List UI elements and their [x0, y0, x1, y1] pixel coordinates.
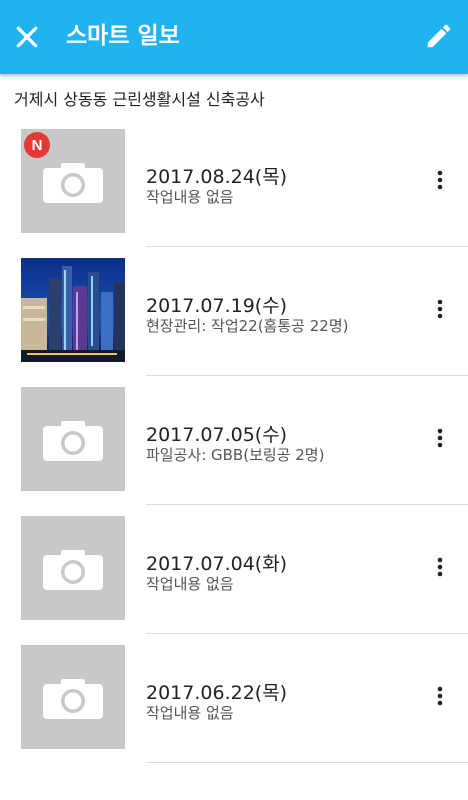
thumbnail-placeholder — [21, 387, 125, 491]
more-vert-icon[interactable] — [430, 168, 450, 192]
list-item[interactable]: 2017.07.04(화) 작업내용 없음 — [0, 505, 468, 634]
list-item[interactable]: 2017.07.05(수) 파일공사: GBB(보링공 2명) — [0, 376, 468, 505]
thumbnail-placeholder — [21, 516, 125, 620]
more-vert-icon[interactable] — [430, 684, 450, 708]
project-name: 거제시 상동동 근린생활시설 신축공사 — [14, 90, 265, 109]
entry-date: 2017.08.24(목) — [146, 166, 288, 188]
list-item[interactable]: 2017.07.19(수) 현장관리: 작업22(홈통공 22명) — [0, 247, 468, 376]
entry-date: 2017.06.22(목) — [146, 682, 288, 704]
thumbnail-photo — [21, 258, 125, 362]
new-badge: N — [24, 132, 50, 158]
entry-description: 작업내용 없음 — [146, 188, 234, 206]
entry-date: 2017.07.19(수) — [146, 295, 288, 317]
entry-description: 현장관리: 작업22(홈통공 22명) — [146, 317, 349, 335]
edit-pencil-icon[interactable] — [424, 21, 454, 51]
entry-description: 작업내용 없음 — [146, 704, 234, 722]
camera-icon — [43, 679, 103, 719]
thumbnail-placeholder — [21, 645, 125, 749]
daily-report-list: N 2017.08.24(목) 작업내용 없음 2017.07.19(수) 현장… — [0, 118, 468, 763]
camera-icon — [43, 163, 103, 203]
close-icon[interactable] — [14, 24, 40, 50]
entry-date: 2017.07.05(수) — [146, 424, 288, 446]
entry-description: 작업내용 없음 — [146, 575, 234, 593]
page-title: 스마트 일보 — [66, 23, 180, 49]
app-bar: 스마트 일보 — [0, 0, 468, 74]
list-item[interactable]: N 2017.08.24(목) 작업내용 없음 — [0, 118, 468, 247]
camera-icon — [43, 421, 103, 461]
camera-icon — [43, 550, 103, 590]
list-item[interactable]: 2017.06.22(목) 작업내용 없음 — [0, 634, 468, 763]
entry-date: 2017.07.04(화) — [146, 553, 288, 575]
divider — [146, 762, 468, 763]
more-vert-icon[interactable] — [430, 426, 450, 450]
more-vert-icon[interactable] — [430, 555, 450, 579]
entry-description: 파일공사: GBB(보링공 2명) — [146, 446, 325, 464]
more-vert-icon[interactable] — [430, 297, 450, 321]
city-night-photo — [21, 258, 125, 362]
